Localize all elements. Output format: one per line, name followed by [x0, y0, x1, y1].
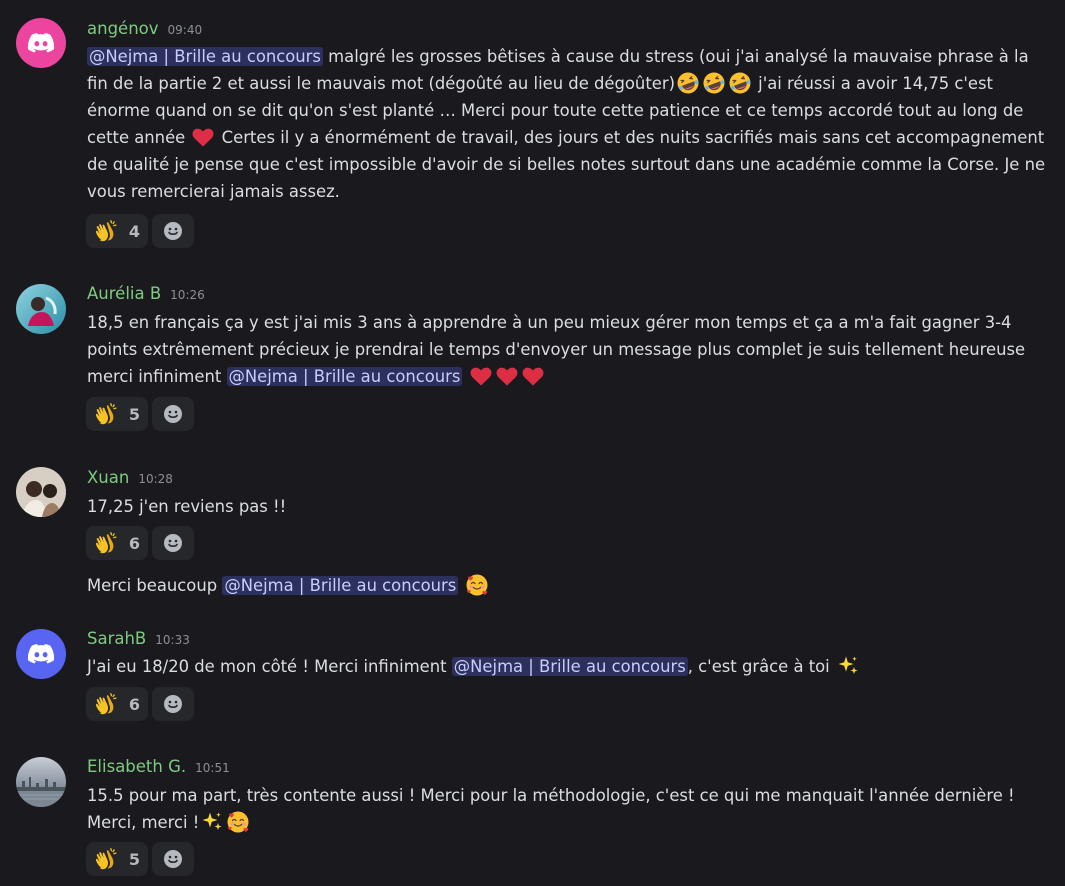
red-heart-emoji [521, 364, 545, 388]
author-name[interactable]: Aurélia B [87, 284, 161, 303]
reaction-count: 5 [128, 404, 140, 424]
sparkles-emoji [836, 654, 860, 678]
clapping-hands-icon [94, 691, 120, 717]
timestamp: 10:28 [138, 472, 173, 486]
reaction-clap[interactable]: 4 [86, 214, 148, 248]
user-mention[interactable]: @Nejma | Brille au concours [226, 367, 463, 386]
red-heart-emoji [495, 364, 519, 388]
sparkles-emoji [200, 810, 224, 834]
message-text [458, 576, 463, 595]
reaction-clap[interactable]: 6 [86, 526, 148, 560]
avatar[interactable] [16, 284, 66, 334]
reaction-bar: 6 [86, 687, 194, 721]
red-heart-emoji [191, 125, 215, 149]
smiley-add-reaction-icon [163, 533, 183, 553]
user-avatar-image [16, 467, 66, 517]
timestamp: 10:33 [155, 633, 190, 647]
timestamp: 10:51 [195, 761, 230, 775]
reaction-count: 4 [128, 221, 140, 241]
clapping-hands-icon [94, 218, 120, 244]
rolling-laughing-emoji [702, 71, 726, 95]
reaction-count: 5 [128, 849, 140, 869]
message-header: Xuan 10:28 [87, 468, 173, 487]
user-avatar-image [16, 757, 66, 807]
user-mention[interactable]: @Nejma | Brille au concours [451, 657, 688, 676]
user-mention[interactable]: @Nejma | Brille au concours [87, 47, 323, 66]
add-reaction-button[interactable] [152, 526, 194, 560]
discord-logo-icon [26, 639, 56, 669]
add-reaction-button[interactable] [152, 397, 194, 431]
message-text: Merci beaucoup [87, 576, 223, 595]
discord-logo-icon [26, 28, 56, 58]
reaction-bar: 5 [86, 397, 194, 431]
message-header: Aurélia B 10:26 [87, 284, 205, 303]
reaction-bar: 5 [86, 842, 194, 876]
avatar[interactable] [16, 467, 66, 517]
avatar[interactable] [16, 757, 66, 807]
reaction-clap[interactable]: 6 [86, 687, 148, 721]
add-reaction-button[interactable] [152, 842, 194, 876]
clapping-hands-icon [94, 401, 120, 427]
red-heart-emoji [469, 364, 493, 388]
reaction-bar: 4 [86, 214, 194, 248]
message-content: 15.5 pour ma part, très contente aussi !… [87, 782, 1053, 836]
smiley-add-reaction-icon [163, 849, 183, 869]
timestamp: 09:40 [167, 23, 203, 37]
smiling-face-with-hearts-emoji [226, 810, 250, 834]
reaction-bar: 6 [86, 526, 194, 560]
author-name[interactable]: SarahB [87, 629, 146, 648]
message-header: angénov 09:40 [87, 19, 202, 38]
message-content: 17,25 j'en reviens pas !! [87, 493, 1053, 520]
rolling-laughing-emoji [728, 71, 752, 95]
reaction-count: 6 [128, 533, 140, 553]
add-reaction-button[interactable] [152, 214, 194, 248]
message-content: @Nejma | Brille au concours malgré les g… [87, 43, 1053, 205]
message-header: SarahB 10:33 [87, 629, 190, 648]
user-avatar-image [16, 284, 66, 334]
user-mention[interactable]: @Nejma | Brille au concours [222, 576, 459, 595]
message-text: 17,25 j'en reviens pas !! [87, 497, 287, 516]
chat-message-list: angénov 09:40 @Nejma | Brille au concour… [0, 0, 1065, 886]
reaction-clap[interactable]: 5 [86, 397, 148, 431]
reaction-clap[interactable]: 5 [86, 842, 148, 876]
add-reaction-button[interactable] [152, 687, 194, 721]
message-text: J'ai eu 18/20 de mon côté ! Merci infini… [87, 657, 452, 676]
smiling-face-with-hearts-emoji [465, 573, 489, 597]
message-text: , c'est grâce à toi [687, 657, 835, 676]
avatar[interactable] [16, 18, 66, 68]
message-text [462, 367, 467, 386]
clapping-hands-icon [94, 846, 120, 872]
message-text: Certes il y a énormément de travail, des… [87, 128, 1046, 201]
message-content-followup: Merci beaucoup @Nejma | Brille au concou… [87, 572, 1053, 599]
author-name[interactable]: Elisabeth G. [87, 757, 186, 776]
author-name[interactable]: Xuan [87, 468, 129, 487]
smiley-add-reaction-icon [163, 221, 183, 241]
avatar[interactable] [16, 629, 66, 679]
clapping-hands-icon [94, 530, 120, 556]
message-header: Elisabeth G. 10:51 [87, 757, 230, 776]
author-name[interactable]: angénov [87, 19, 159, 38]
message-content: 18,5 en français ça y est j'ai mis 3 ans… [87, 309, 1053, 390]
smiley-add-reaction-icon [163, 404, 183, 424]
timestamp: 10:26 [170, 288, 205, 302]
message-content: J'ai eu 18/20 de mon côté ! Merci infini… [87, 653, 1053, 680]
reaction-count: 6 [128, 694, 140, 714]
rolling-laughing-emoji [676, 71, 700, 95]
smiley-add-reaction-icon [163, 694, 183, 714]
